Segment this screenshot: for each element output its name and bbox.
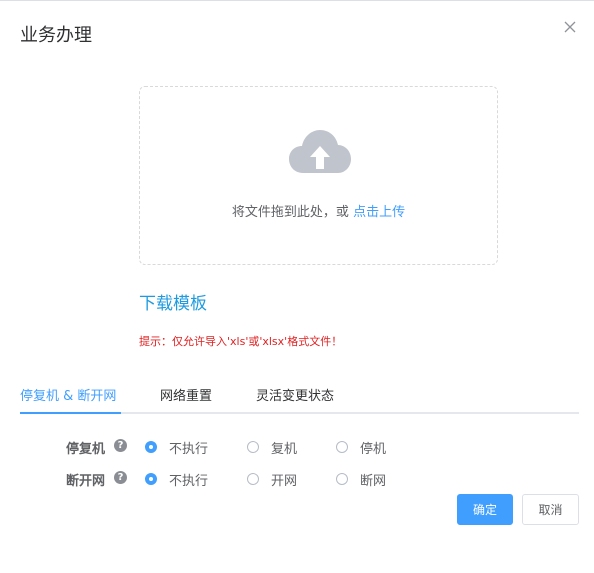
form-row-stop-resume: 停复机 ? 不执行 复机 停机 (0, 435, 594, 459)
radio-label: 开网 (271, 474, 298, 489)
business-dialog: 业务办理 将文件拖到此处，或 点击上传 下载模板 提示：仅允许导入'xls'或'… (0, 0, 594, 573)
upload-text-prefix: 将文件拖到此处，或 (231, 205, 354, 220)
dialog-title: 业务办理 (20, 25, 92, 46)
radio-dot (247, 441, 259, 453)
form-row-network: 断开网 ? 不执行 开网 断网 (0, 467, 594, 491)
radio-dot (145, 473, 157, 485)
tab-network-reset[interactable]: 网络重置 (160, 385, 212, 404)
click-upload-link[interactable]: 点击上传 (353, 205, 405, 220)
question-circle-icon[interactable]: ? (114, 439, 127, 452)
cloud-upload-icon (289, 130, 351, 173)
upload-dropzone[interactable]: 将文件拖到此处，或 点击上传 (139, 86, 498, 265)
field-label-network: 断开网 (66, 474, 106, 489)
question-circle-icon[interactable]: ? (114, 471, 127, 484)
cancel-button[interactable]: 取消 (522, 494, 579, 525)
radio-label: 不执行 (169, 474, 209, 489)
radio-label: 不执行 (169, 442, 209, 457)
confirm-button[interactable]: 确定 (457, 494, 513, 525)
radio-dot (336, 441, 348, 453)
field-label-stop-resume: 停复机 (66, 442, 106, 457)
radio-dot (247, 473, 259, 485)
tab-flexible-status-change[interactable]: 灵活变更状态 (256, 385, 334, 404)
radio-label: 停机 (360, 442, 387, 457)
radio-dot (145, 441, 157, 453)
format-hint: 提示：仅允许导入'xls'或'xlsx'格式文件！ (139, 335, 343, 348)
radio-dot (336, 473, 348, 485)
tab-bar: 停复机 & 断开网 网络重置 灵活变更状态 (20, 378, 579, 414)
upload-text: 将文件拖到此处，或 点击上传 (140, 201, 497, 220)
download-template-link[interactable]: 下载模板 (139, 289, 207, 314)
radio-label: 复机 (271, 442, 298, 457)
active-tab-indicator (20, 412, 121, 414)
tab-stop-resume-network[interactable]: 停复机 & 断开网 (20, 385, 116, 404)
close-icon[interactable] (562, 19, 578, 35)
radio-label: 断网 (360, 474, 387, 489)
